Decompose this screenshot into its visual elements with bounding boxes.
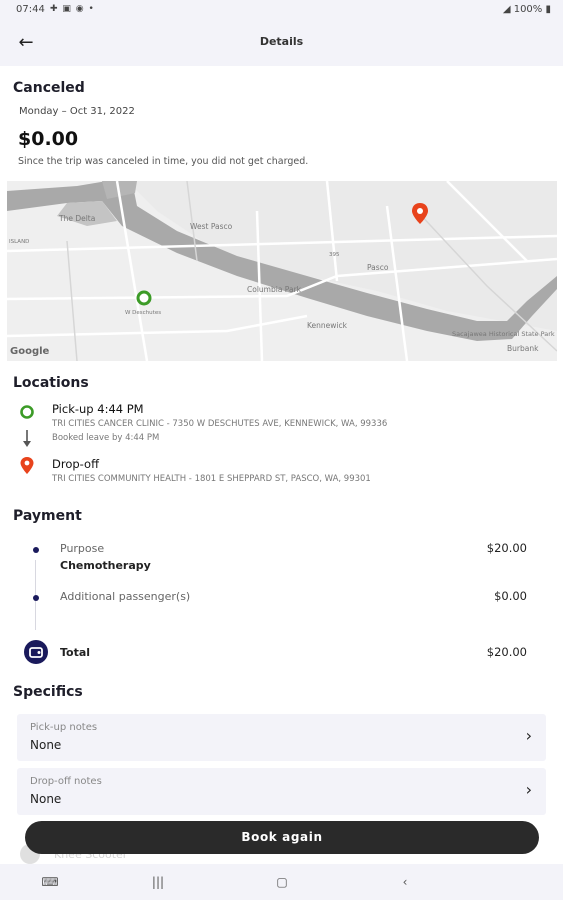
payment-purpose-label: Purpose	[60, 542, 105, 555]
dropoff-title: Drop-off	[52, 457, 99, 471]
pickup-notes-label: Pick-up notes	[30, 722, 98, 733]
dropoff-address: TRI CITIES COMMUNITY HEALTH - 1801 E SHE…	[52, 474, 371, 484]
map-label-kennewick: Kennewick	[307, 321, 348, 330]
trip-amount: $0.00	[18, 128, 79, 150]
charge-note: Since the trip was canceled in time, you…	[18, 156, 309, 167]
trip-date: Monday – Oct 31, 2022	[19, 106, 135, 117]
map-label-the-delta: The Delta	[58, 214, 95, 223]
home-icon[interactable]: ▢	[262, 864, 302, 900]
notification-icons: ✚ ▣ ◉ •	[50, 4, 95, 14]
payment-total-label: Total	[60, 646, 91, 659]
pickup-address: TRI CITIES CANCER CLINIC - 7350 W DESCHU…	[52, 419, 388, 429]
dropoff-notes-label: Drop-off notes	[30, 776, 102, 787]
pickup-notes-card[interactable]: Pick-up notes None ›	[17, 714, 546, 761]
map-label-sacajawea: Sacajawea Historical State Park	[452, 330, 555, 338]
keyboard-icon[interactable]: ⌨	[30, 864, 70, 900]
arrow-down-icon	[23, 430, 31, 447]
specifics-heading: Specifics	[13, 684, 83, 700]
trip-status-heading: Canceled	[13, 80, 85, 96]
map-pickup-marker[interactable]	[136, 290, 152, 306]
payment-passengers-label: Additional passenger(s)	[60, 590, 191, 603]
dropoff-notes-value: None	[30, 792, 62, 806]
map-label-columbia-park: Columbia Park	[247, 285, 302, 294]
payment-item-dot	[33, 595, 39, 601]
map-label-burbank: Burbank	[507, 344, 539, 353]
locations-heading: Locations	[13, 375, 89, 391]
pickup-notes-value: None	[30, 738, 62, 752]
payment-item-dot	[33, 547, 39, 553]
dropoff-notes-card[interactable]: Drop-off notes None ›	[17, 768, 546, 815]
battery-level: 100%	[513, 4, 543, 15]
app-header: ← Details	[0, 20, 563, 66]
map-label-deschutes: W Deschutes	[125, 310, 161, 316]
wallet-icon	[24, 640, 48, 664]
back-nav-icon[interactable]: ‹	[385, 864, 425, 900]
pickup-booked-note: Booked leave by 4:44 PM	[52, 433, 160, 443]
map-label-pasco: Pasco	[367, 263, 389, 272]
route-map[interactable]: The Delta West Pasco Pasco Columbia Park…	[7, 181, 557, 361]
payment-heading: Payment	[13, 508, 82, 524]
battery-icon: ▮	[545, 4, 551, 15]
page-title: Details	[259, 35, 304, 48]
map-label-west-pasco: West Pasco	[190, 222, 233, 231]
recent-apps-icon[interactable]: |||	[138, 864, 178, 900]
payment-purpose-value: Chemotherapy	[60, 559, 151, 572]
chevron-right-icon: ›	[525, 726, 532, 745]
chevron-right-icon: ›	[525, 780, 532, 799]
pickup-title: Pick-up 4:44 PM	[52, 402, 144, 416]
map-label-395: 395	[329, 252, 340, 258]
status-time: 07:44	[16, 4, 45, 15]
book-again-button[interactable]: Book again	[25, 821, 539, 854]
map-google-logo: Google	[10, 346, 50, 357]
payment-passengers-amount: $0.00	[494, 589, 527, 603]
red-map-pin-icon	[20, 457, 34, 474]
status-bar: 07:44 ✚ ▣ ◉ • ◢ 100% ▮	[0, 0, 563, 20]
payment-purpose-amount: $20.00	[486, 541, 527, 555]
map-canvas: The Delta West Pasco Pasco Columbia Park…	[7, 181, 557, 361]
green-circle-pin-icon	[20, 405, 34, 419]
system-nav-bar: ⌨ ||| ▢ ‹	[0, 864, 563, 900]
signal-icon: ◢	[502, 4, 514, 15]
payment-total-amount: $20.00	[486, 645, 527, 659]
status-right: ◢ 100% ▮	[503, 4, 551, 15]
map-label-island: ISLAND	[9, 239, 29, 245]
